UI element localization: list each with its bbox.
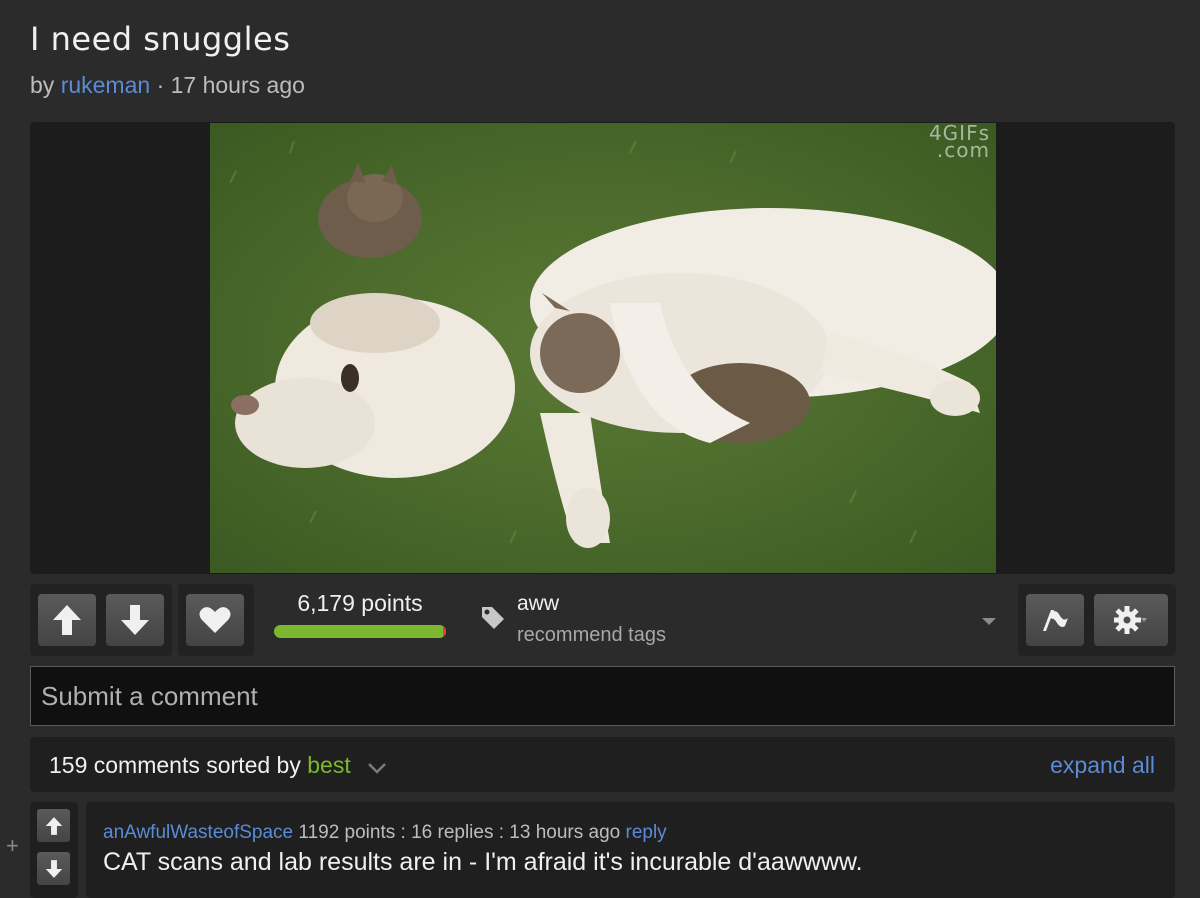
- points-count: 6,179 points: [297, 590, 423, 616]
- report-button[interactable]: [1026, 594, 1084, 646]
- heart-icon: [199, 607, 231, 633]
- sort-dropdown[interactable]: best: [307, 752, 350, 778]
- expand-all-link[interactable]: expand all: [1050, 752, 1155, 779]
- comments-sort-bar: 159 comments sorted by best expand all: [30, 737, 1175, 792]
- gear-icon: [1114, 606, 1147, 634]
- comment-author-link[interactable]: anAwfulWasteofSpace: [103, 822, 293, 843]
- gif-watermark: 4GIFs .com: [929, 123, 990, 162]
- comment-upvote-button[interactable]: [37, 809, 70, 842]
- options-button-group: [1018, 584, 1176, 656]
- comments-sort: 159 comments sorted by best: [49, 752, 387, 780]
- vote-button-group: [30, 584, 172, 656]
- comment-meta: anAwfulWasteofSpace 1192 points : 16 rep…: [103, 822, 667, 844]
- collapse-toggle[interactable]: +: [6, 833, 19, 859]
- comment-vote-column: [30, 802, 78, 898]
- post-byline: by rukeman · 17 hours ago: [30, 72, 305, 99]
- tag-link[interactable]: aww: [517, 592, 559, 616]
- arrow-down-icon: [121, 605, 149, 635]
- recommend-tags-link[interactable]: recommend tags: [517, 624, 666, 647]
- score-area: 6,179 points: [274, 590, 446, 638]
- upvote-button[interactable]: [38, 594, 96, 646]
- comment-input[interactable]: [30, 666, 1175, 726]
- tags-dropdown-caret[interactable]: [982, 618, 996, 625]
- chevron-down-icon[interactable]: [367, 753, 387, 780]
- favorite-button[interactable]: [186, 594, 244, 646]
- media-container: 4GIFs .com: [30, 122, 1175, 574]
- arrow-up-icon: [45, 816, 62, 835]
- arrow-up-icon: [53, 605, 81, 635]
- comment: anAwfulWasteofSpace 1192 points : 16 rep…: [86, 802, 1175, 898]
- comment-downvote-button[interactable]: [37, 852, 70, 885]
- favorite-button-group: [178, 584, 254, 656]
- tag-icon: [480, 605, 506, 636]
- post-time: 17 hours ago: [170, 72, 305, 98]
- downvote-button[interactable]: [106, 594, 164, 646]
- downvote-portion: [442, 625, 446, 638]
- author-link[interactable]: rukeman: [61, 72, 150, 98]
- post-title: I need snuggles: [30, 20, 291, 58]
- flag-icon: [1043, 610, 1068, 631]
- dog-and-kittens-image: [210, 123, 996, 573]
- chevron-down-icon: [1141, 618, 1147, 622]
- score-bar: [274, 625, 446, 638]
- watermark-line-2: .com: [936, 138, 990, 162]
- post-image[interactable]: 4GIFs .com: [210, 123, 996, 573]
- comment-stats: 1192 points : 16 replies : 13 hours ago: [298, 822, 621, 843]
- reply-link[interactable]: reply: [626, 822, 667, 843]
- settings-button[interactable]: [1094, 594, 1168, 646]
- comment-text: CAT scans and lab results are in - I'm a…: [103, 848, 863, 876]
- byline-separator: ·: [156, 72, 165, 98]
- comment-count-label: 159 comments sorted by: [49, 752, 301, 778]
- by-label: by: [30, 72, 55, 98]
- arrow-down-icon: [45, 859, 62, 878]
